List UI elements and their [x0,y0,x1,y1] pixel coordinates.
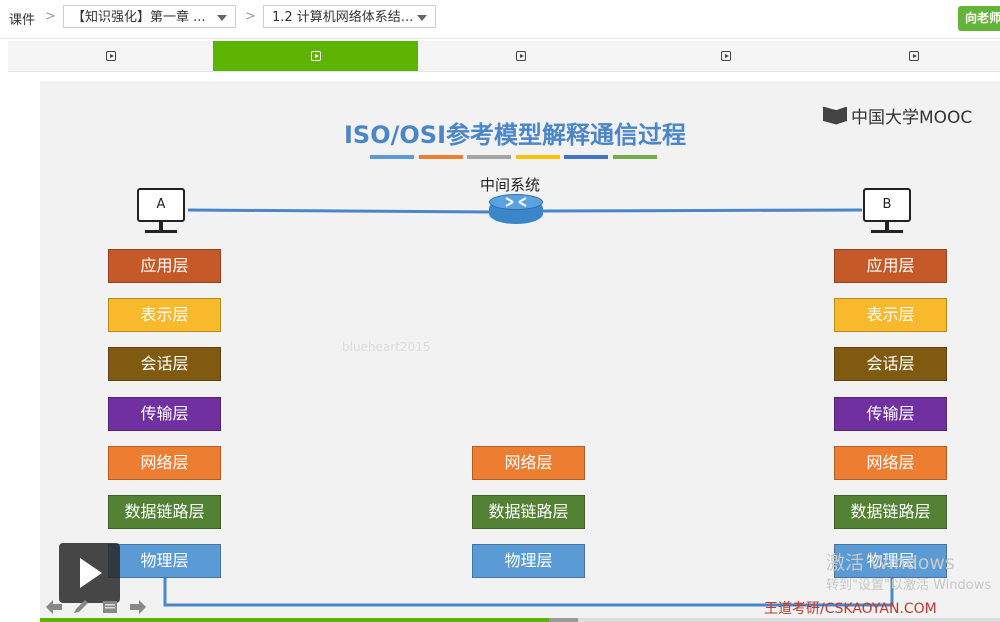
uploader-watermark: blueheart2015 [342,340,431,354]
tab-video-5[interactable] [828,41,1000,71]
chevron-right-icon: > [245,9,256,24]
progress-buffered [548,618,578,622]
top-bar: 课件 > 【知识强化】第一章 ... > 1.2 计算机网络体系结... 向老师 [0,0,1000,39]
prev-arrow-icon[interactable] [46,600,62,614]
layer-box: 物理层 [108,544,221,579]
video-frame[interactable]: ISO/OSI参考模型解释通信过程 中国大学MOOC 中间系统 A B 应用层表… [40,81,1000,622]
host-b-label: B [863,188,911,222]
section-select[interactable]: 1.2 计算机网络体系结... [263,5,436,28]
video-icon [310,51,321,61]
windows-activation-text: 激活 Windows [826,552,955,574]
tab-video-3[interactable] [418,41,623,71]
layer-box: 表示层 [108,298,221,333]
layer-box: 表示层 [834,298,947,333]
course-select-value: 【知识强化】第一章 ... [72,10,206,25]
menu-icon[interactable] [102,600,118,614]
chevron-down-icon [217,15,227,21]
layer-box: 数据链路层 [108,495,221,529]
layer-box: 网络层 [108,445,221,480]
video-icon [720,51,731,61]
video-icon [105,51,116,61]
section-select-value: 1.2 计算机网络体系结... [272,10,414,25]
windows-activation-hint: 转到"设置"以激活 Windows [826,578,992,593]
video-icon [515,51,526,61]
layer-box: 网络层 [472,446,585,480]
pen-icon[interactable] [73,600,89,614]
layer-box: 会话层 [108,347,221,382]
tab-video-1[interactable] [8,41,213,71]
video-progress-bar[interactable] [40,618,1000,622]
intermediate-system-label: 中间系统 [480,176,541,194]
layer-box: 物理层 [472,544,585,579]
chevron-right-icon: > [45,9,56,24]
layer-box: 数据链路层 [472,495,585,530]
tab-video-2[interactable] [213,41,418,71]
link-router-to-b [541,208,863,213]
course-select[interactable]: 【知识强化】第一章 ... [63,5,236,28]
tab-video-4[interactable] [623,41,828,71]
layer-box: 应用层 [108,249,221,283]
link-a-to-router [187,208,493,214]
video-icon [909,51,919,61]
unit-tabs [8,41,1000,72]
next-arrow-icon[interactable] [130,600,146,614]
layer-box: 会话层 [834,347,947,382]
host-a-computer-icon: A [135,188,189,236]
progress-played [40,618,549,622]
breadcrumb-root[interactable]: 课件 [9,9,35,28]
host-a-label: A [137,188,185,222]
layer-box: 数据链路层 [834,495,947,529]
layer-box: 传输层 [834,396,947,431]
router-icon [489,194,543,224]
kaoyan-watermark: 王道考研/CSKAOYAN.COM [764,601,937,617]
host-b-computer-icon: B [861,188,915,236]
layer-box: 应用层 [834,249,947,283]
layer-box: 网络层 [834,445,947,480]
chevron-down-icon [417,15,427,21]
ask-teacher-button[interactable]: 向老师 [958,6,1000,31]
layer-box: 传输层 [108,396,221,431]
play-button[interactable] [59,543,120,603]
